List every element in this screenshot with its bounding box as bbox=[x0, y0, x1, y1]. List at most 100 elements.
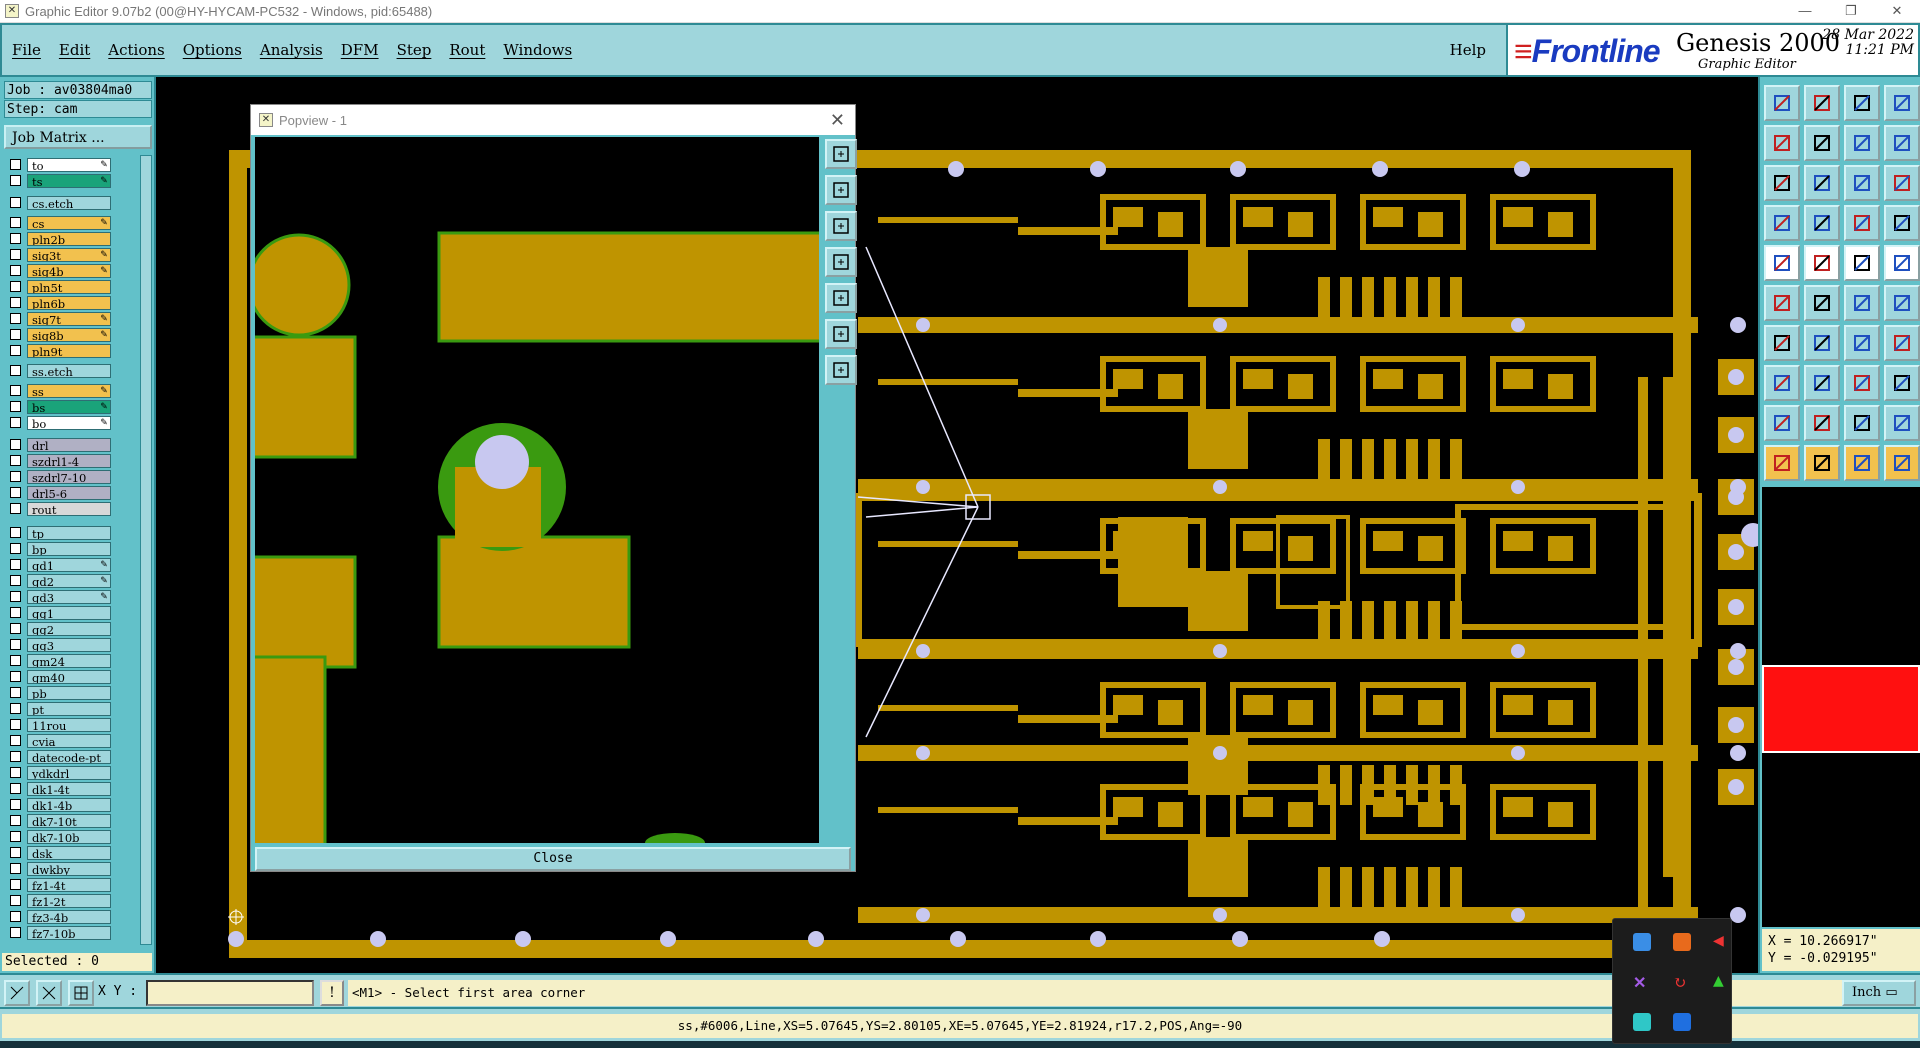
pan-up-icon[interactable] bbox=[825, 175, 857, 205]
layer-checkbox[interactable] bbox=[10, 783, 21, 794]
center-icon[interactable] bbox=[1804, 165, 1840, 201]
layer-row[interactable]: 11rou bbox=[4, 717, 128, 732]
move-pointer-icon[interactable] bbox=[1844, 445, 1880, 481]
layer-row[interactable]: gd3 ✎ bbox=[4, 589, 128, 604]
layer-row[interactable]: gg1 bbox=[4, 605, 128, 620]
window-icon[interactable] bbox=[1884, 85, 1920, 121]
grid-tool-icon[interactable] bbox=[68, 980, 94, 1006]
layer-row[interactable]: fz7-10b bbox=[4, 925, 128, 940]
layer-checkbox[interactable] bbox=[10, 385, 21, 396]
copy-icon[interactable] bbox=[1884, 365, 1920, 401]
layer-checkbox[interactable] bbox=[10, 799, 21, 810]
layer-row[interactable]: ss.etch bbox=[4, 363, 128, 378]
slant-tool-icon[interactable] bbox=[4, 980, 30, 1006]
unit-selector[interactable]: Inch ▭ bbox=[1842, 980, 1916, 1006]
orange-app-icon[interactable] bbox=[1673, 933, 1691, 951]
edge-icon[interactable] bbox=[1884, 405, 1920, 441]
layer-row[interactable]: gd1 ✎ bbox=[4, 557, 128, 572]
layer-row[interactable]: dsk bbox=[4, 845, 128, 860]
menu-analysis[interactable]: Analysis bbox=[260, 41, 323, 59]
layer-row[interactable]: fz1-4t bbox=[4, 877, 128, 892]
layer-name[interactable]: bp bbox=[27, 541, 111, 556]
layer-row[interactable]: dk7-10t bbox=[4, 813, 128, 828]
layer-name[interactable]: pb bbox=[27, 685, 111, 700]
close-icon[interactable]: ✕ bbox=[830, 110, 845, 131]
layer-checkbox[interactable] bbox=[10, 233, 21, 244]
layer-checkbox[interactable] bbox=[10, 735, 21, 746]
triangle-icon[interactable] bbox=[1764, 405, 1800, 441]
layer-checkbox[interactable] bbox=[10, 455, 21, 466]
delete-icon[interactable] bbox=[1804, 285, 1840, 321]
purple-x-icon[interactable]: ✕ bbox=[1633, 973, 1651, 992]
bluetooth-icon[interactable] bbox=[1673, 1013, 1691, 1031]
layer-name[interactable]: dwkby bbox=[27, 861, 111, 876]
layer-checkbox[interactable] bbox=[10, 281, 21, 292]
green-chart-icon[interactable]: ▲ bbox=[1713, 973, 1731, 991]
layer-name[interactable]: szdrl1-4 bbox=[27, 453, 111, 468]
layer-name[interactable]: fz1-2t bbox=[27, 893, 111, 908]
layer-name[interactable]: szdrl7-10 bbox=[27, 469, 111, 484]
menu-actions[interactable]: Actions bbox=[108, 41, 164, 59]
layer-row[interactable]: gm24 bbox=[4, 653, 128, 668]
pointer-icon[interactable] bbox=[1764, 445, 1800, 481]
layer-checkbox[interactable] bbox=[10, 575, 21, 586]
layer-row[interactable]: dk7-10b bbox=[4, 829, 128, 844]
layer-checkbox[interactable] bbox=[10, 217, 21, 228]
layer-checkbox[interactable] bbox=[10, 417, 21, 428]
layer-checkbox[interactable] bbox=[10, 751, 21, 762]
zoom-home-icon[interactable] bbox=[825, 139, 857, 169]
menu-help[interactable]: Help bbox=[1450, 41, 1486, 59]
zoom-out-icon[interactable] bbox=[1804, 85, 1840, 121]
layer-checkbox[interactable] bbox=[10, 767, 21, 778]
layer-row[interactable]: bo ✎ bbox=[4, 415, 128, 430]
layer-row[interactable]: gm40 bbox=[4, 669, 128, 684]
menu-windows[interactable]: Windows bbox=[503, 41, 572, 59]
split-icon[interactable] bbox=[1884, 285, 1920, 321]
layer-row[interactable]: pln9t bbox=[4, 343, 128, 358]
layer-checkbox[interactable] bbox=[10, 895, 21, 906]
layer-checkbox[interactable] bbox=[10, 863, 21, 874]
pan-left-icon[interactable] bbox=[1764, 125, 1800, 161]
help-query-icon[interactable] bbox=[1884, 165, 1920, 201]
layer-checkbox[interactable] bbox=[10, 815, 21, 826]
layer-row[interactable]: szdrl1-4 bbox=[4, 453, 128, 468]
layer-name[interactable]: dsk bbox=[27, 845, 111, 860]
layer-row[interactable]: drl bbox=[4, 437, 128, 452]
speaker-icon[interactable]: ◀ bbox=[1713, 933, 1731, 951]
snap-icon[interactable] bbox=[1884, 125, 1920, 161]
layer-name[interactable]: 11rou bbox=[27, 717, 111, 732]
layer-row[interactable]: cs.etch bbox=[4, 195, 128, 210]
layer-name[interactable]: datecode-pt bbox=[27, 749, 111, 764]
job-matrix-button[interactable]: Job Matrix ... bbox=[4, 125, 152, 149]
layer-checkbox[interactable] bbox=[10, 471, 21, 482]
layer-row[interactable]: pln2b bbox=[4, 231, 128, 246]
layer-checkbox[interactable] bbox=[10, 591, 21, 602]
layer-checkbox[interactable] bbox=[10, 831, 21, 842]
layer-name[interactable]: drl bbox=[27, 437, 111, 452]
layer-name[interactable]: ss.etch bbox=[27, 363, 111, 378]
layer-row[interactable]: pt bbox=[4, 701, 128, 716]
layer-name[interactable]: gm40 bbox=[27, 669, 111, 684]
close-icon[interactable]: ✕ bbox=[1874, 3, 1920, 19]
layer-name[interactable]: ydkdrl bbox=[27, 765, 111, 780]
layer-name[interactable]: rout bbox=[27, 501, 111, 516]
layer-name[interactable]: pln6b bbox=[27, 295, 111, 310]
layer-row[interactable]: pb bbox=[4, 685, 128, 700]
connect-icon[interactable] bbox=[1844, 285, 1880, 321]
overview-frame[interactable] bbox=[1762, 665, 1920, 753]
layer-row[interactable]: bs ✎ bbox=[4, 399, 128, 414]
layer-row[interactable]: sig7t ✎ bbox=[4, 311, 128, 326]
layer-checkbox[interactable] bbox=[10, 847, 21, 858]
layer-name[interactable]: pln5t bbox=[27, 279, 111, 294]
layer-name[interactable]: cs.etch bbox=[27, 195, 111, 210]
layer-row[interactable]: cvia bbox=[4, 733, 128, 748]
pan-down-icon[interactable] bbox=[825, 211, 857, 241]
layer-checkbox[interactable] bbox=[10, 527, 21, 538]
layer-row[interactable]: ss ✎ bbox=[4, 383, 128, 398]
layer-scrollbar[interactable] bbox=[140, 155, 152, 945]
prompt-info-button[interactable]: ! bbox=[320, 980, 344, 1006]
layer-row[interactable]: gg3 bbox=[4, 637, 128, 652]
layer-checkbox[interactable] bbox=[10, 623, 21, 634]
layer-row[interactable]: sig3t ✎ bbox=[4, 247, 128, 262]
layer-name[interactable]: dk7-10b bbox=[27, 829, 111, 844]
